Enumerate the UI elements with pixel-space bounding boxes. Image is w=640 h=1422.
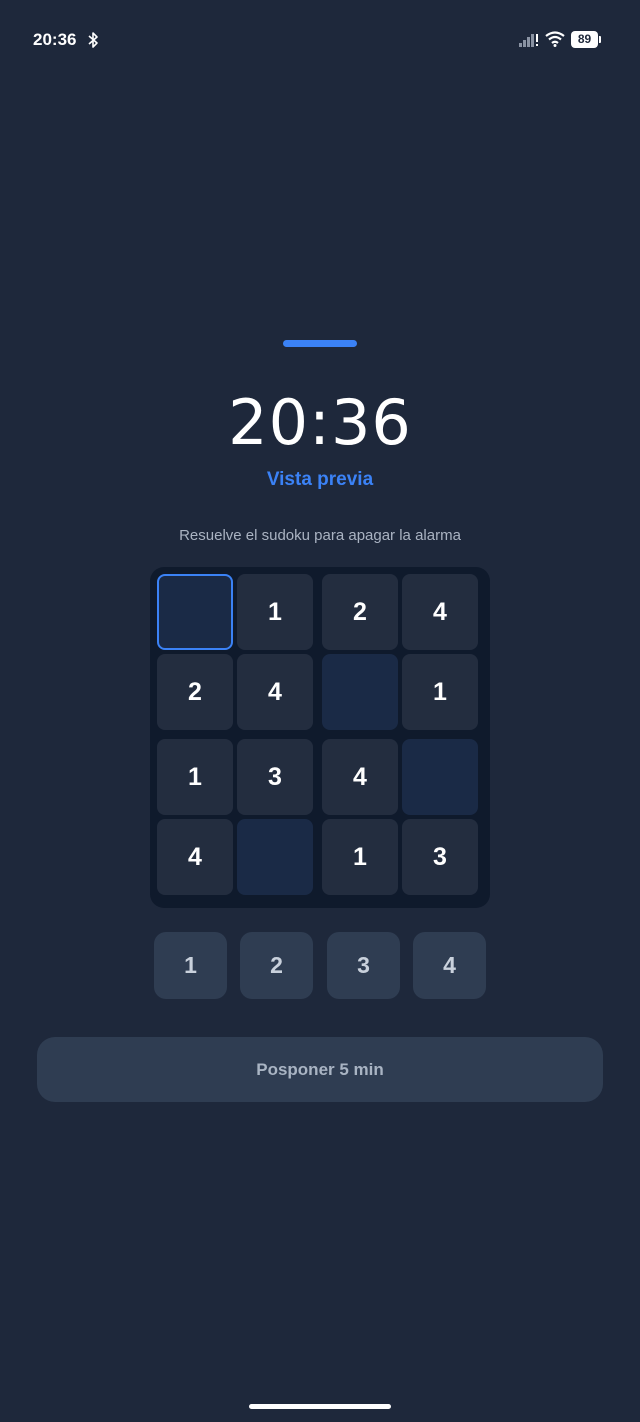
sudoku-cell-r2c3[interactable]: [322, 654, 398, 730]
sudoku-cell-r3c1[interactable]: 1: [157, 739, 233, 815]
sudoku-cell-r1c3[interactable]: 2: [322, 574, 398, 650]
bluetooth-icon: [88, 32, 98, 48]
snooze-button[interactable]: Posponer 5 min: [37, 1037, 603, 1102]
sudoku-cell-r2c2[interactable]: 4: [237, 654, 313, 730]
sudoku-cell-r3c3[interactable]: 4: [322, 739, 398, 815]
sudoku-cell-r1c4[interactable]: 4: [402, 574, 478, 650]
sudoku-cell-r1c2[interactable]: 1: [237, 574, 313, 650]
sudoku-cell-r1c1[interactable]: [157, 574, 233, 650]
battery-icon: 89: [571, 31, 601, 48]
alarm-time: 20:36: [228, 386, 412, 459]
battery-level: 89: [571, 31, 598, 48]
sudoku-cell-r4c3[interactable]: 1: [322, 819, 398, 895]
sudoku-cell-r4c1[interactable]: 4: [157, 819, 233, 895]
sudoku-cell-r4c4[interactable]: 3: [402, 819, 478, 895]
preview-label: Vista previa: [266, 469, 374, 490]
drag-handle[interactable]: [283, 340, 357, 347]
home-indicator[interactable]: [249, 1404, 391, 1409]
sudoku-cell-r2c4[interactable]: 1: [402, 654, 478, 730]
number-button-1[interactable]: 1: [154, 932, 227, 999]
status-time: 20:36: [33, 30, 77, 49]
signal-icon: [519, 34, 538, 47]
status-bar: 20:36 89: [0, 0, 640, 80]
sudoku-cell-r3c2[interactable]: 3: [237, 739, 313, 815]
sudoku-cell-r3c4[interactable]: [402, 739, 478, 815]
sudoku-cell-r4c2[interactable]: [237, 819, 313, 895]
battery-tip: [599, 36, 601, 43]
alarm-screen: 20:36 89 20:36 Vista previa Resuelve el …: [0, 0, 640, 1422]
instruction-text: Resuelve el sudoku para apagar la alarma: [179, 527, 461, 544]
sudoku-board: 1 2 4 2 4 1 1 3 4 4 1 3: [150, 567, 490, 908]
wifi-icon: [545, 31, 565, 47]
sudoku-cell-r2c1[interactable]: 2: [157, 654, 233, 730]
number-button-3[interactable]: 3: [327, 932, 400, 999]
number-button-4[interactable]: 4: [413, 932, 486, 999]
number-button-2[interactable]: 2: [240, 932, 313, 999]
